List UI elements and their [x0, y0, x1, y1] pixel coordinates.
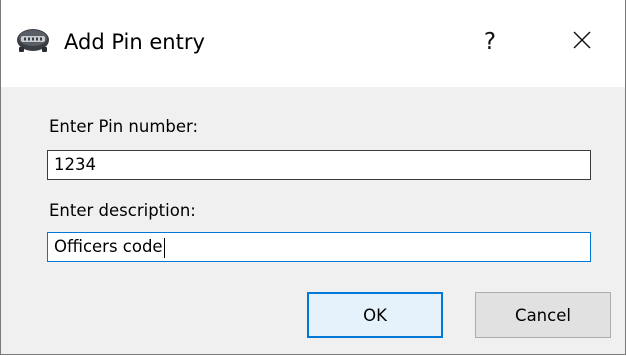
close-icon [573, 31, 591, 53]
ok-button[interactable]: OK [307, 292, 443, 338]
description-value: Officers code [54, 237, 163, 256]
description-label: Enter description: [49, 201, 196, 220]
pin-number-label: Enter Pin number: [49, 117, 199, 136]
vault-icon [15, 27, 51, 55]
title-bar[interactable]: Add Pin entry ? [1, 0, 625, 87]
ok-button-label: OK [363, 305, 387, 325]
text-caret [163, 237, 165, 258]
window-title: Add Pin entry [64, 30, 205, 54]
help-icon: ? [483, 29, 497, 55]
cancel-button[interactable]: Cancel [475, 292, 611, 338]
cancel-button-label: Cancel [515, 305, 571, 325]
add-pin-dialog: Add Pin entry ? Enter Pin number: 1234 E… [0, 0, 626, 355]
description-input[interactable]: Officers code [47, 232, 591, 262]
pin-number-input[interactable]: 1234 [47, 150, 591, 180]
close-button[interactable] [551, 18, 613, 66]
pin-number-value: 1234 [54, 155, 96, 174]
help-button[interactable]: ? [459, 18, 521, 66]
